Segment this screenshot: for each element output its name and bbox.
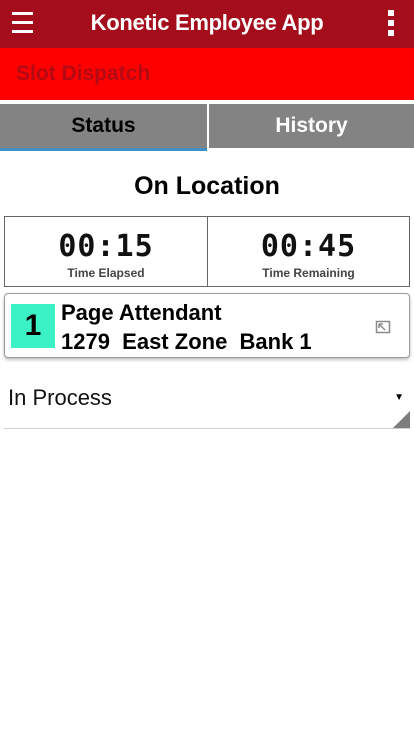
priority-badge: 1 [11,304,55,348]
more-vertical-icon[interactable] [388,10,396,38]
task-card[interactable]: 1 Page Attendant 1279 East Zone Bank 1 [4,293,410,358]
status-select-value: In Process [8,385,112,410]
section-title: Slot Dispatch [16,62,151,85]
open-external-icon[interactable] [375,320,391,334]
dropdown-arrow-icon: ▼ [394,392,404,403]
time-remaining-label: Time Remaining [262,266,355,280]
time-elapsed-label: Time Elapsed [67,266,145,280]
section-header: Slot Dispatch [0,48,414,100]
tab-status[interactable]: Status [0,104,207,148]
app-title: Konetic Employee App [90,10,324,35]
app-bar: Konetic Employee App [0,0,414,48]
corner-triangle-icon [393,411,410,428]
task-name: Page Attendant [61,300,222,325]
status-heading: On Location [134,172,280,200]
task-location: 1279 East Zone Bank 1 [61,329,312,354]
status-select[interactable]: In Process ▼ [4,378,410,429]
time-remaining-value: 00:45 [260,229,357,264]
tab-bar: Status History [0,104,414,151]
tab-history[interactable]: History [209,104,414,148]
active-tab-indicator [0,148,207,151]
time-remaining-panel: 00:45 Time Remaining [207,216,410,287]
time-elapsed-panel: 00:15 Time Elapsed [4,216,208,287]
time-elapsed-value: 00:15 [58,229,154,264]
